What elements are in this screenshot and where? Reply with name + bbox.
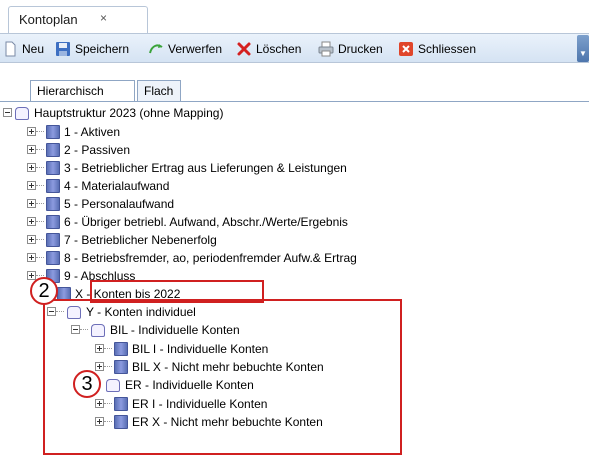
tab-hierarchisch-label: Hierarchisch xyxy=(37,84,104,98)
book-icon xyxy=(46,142,60,157)
close-icon xyxy=(398,41,414,57)
expand-icon[interactable] xyxy=(27,271,36,280)
expand-icon[interactable] xyxy=(27,235,36,244)
tree-node-label: 5 - Personalaufwand xyxy=(64,196,175,211)
overflow-chevron-icon: ▼ xyxy=(579,49,587,58)
expand-icon[interactable] xyxy=(27,199,36,208)
save-icon xyxy=(55,41,71,57)
save-button-label: Speichern xyxy=(75,42,130,56)
annotation-marker-3: 3 xyxy=(73,370,101,398)
book-icon xyxy=(46,232,60,247)
expand-icon[interactable] xyxy=(27,127,36,136)
tree-connector xyxy=(36,221,44,222)
tree-node-group[interactable]: 6 - Übriger betriebl. Aufwand, Abschr./W… xyxy=(27,213,348,230)
delete-icon xyxy=(236,41,252,57)
tab-flach-label: Flach xyxy=(144,84,174,98)
collapse-icon[interactable] xyxy=(3,108,12,117)
tab-kontoplan-label: Kontoplan xyxy=(19,12,78,27)
tree-node-group[interactable]: 7 - Betrieblicher Nebenerfolg xyxy=(27,231,217,248)
tab-close-icon[interactable]: × xyxy=(100,11,107,25)
tab-kontoplan[interactable]: Kontoplan × xyxy=(8,6,148,33)
close-button[interactable]: Schliessen xyxy=(398,40,476,58)
discard-button[interactable]: Verwerfen xyxy=(148,40,222,58)
book-icon xyxy=(46,196,60,211)
delete-button-label: Löschen xyxy=(256,42,302,56)
expand-icon[interactable] xyxy=(27,253,36,262)
book-icon xyxy=(46,214,60,229)
tree-connector xyxy=(36,131,44,132)
document-tab-strip: Kontoplan × xyxy=(0,0,589,33)
tree-node-label: 2 - Passiven xyxy=(64,142,131,157)
tree-node-group[interactable]: 3 - Betrieblicher Ertrag aus Lieferungen… xyxy=(27,159,347,176)
print-button[interactable]: Drucken xyxy=(318,40,383,58)
tree-node-label: 6 - Übriger betriebl. Aufwand, Abschr./W… xyxy=(64,214,348,229)
tree-connector xyxy=(36,257,44,258)
new-document-icon xyxy=(2,41,18,57)
tree-node-label: 8 - Betriebsfremder, ao, periodenfremder… xyxy=(64,250,357,265)
close-button-label: Schliessen xyxy=(418,42,477,56)
new-button-label: Neu xyxy=(22,42,45,56)
tree-connector xyxy=(36,239,44,240)
tree-node-label: 4 - Materialaufwand xyxy=(64,178,170,193)
tab-divider xyxy=(0,101,589,102)
toolbar-overflow-button[interactable]: ▼ xyxy=(577,35,589,62)
expand-icon[interactable] xyxy=(27,145,36,154)
annotation-marker-2: 2 xyxy=(30,277,58,305)
tab-flach[interactable]: Flach xyxy=(137,80,181,101)
tree-connector xyxy=(36,167,44,168)
tree-connector xyxy=(36,275,44,276)
tree-node-group[interactable]: 5 - Personalaufwand xyxy=(27,195,174,212)
tree-node-group[interactable]: 4 - Materialaufwand xyxy=(27,177,169,194)
delete-button[interactable]: Löschen xyxy=(236,40,301,58)
print-button-label: Drucken xyxy=(338,42,383,56)
tree-node-group[interactable]: 1 - Aktiven xyxy=(27,123,120,140)
tree-connector xyxy=(36,203,44,204)
book-icon xyxy=(46,160,60,175)
tree-connector xyxy=(36,149,44,150)
book-icon xyxy=(46,178,60,193)
expand-icon[interactable] xyxy=(27,217,36,226)
book-icon xyxy=(46,124,60,139)
tree-node-group[interactable]: 2 - Passiven xyxy=(27,141,130,158)
discard-button-label: Verwerfen xyxy=(168,42,223,56)
expand-icon[interactable] xyxy=(27,163,36,172)
tree-node-group[interactable]: 8 - Betriebsfremder, ao, periodenfremder… xyxy=(27,249,357,266)
discard-icon xyxy=(148,41,164,57)
tree-node-label: 1 - Aktiven xyxy=(64,124,121,139)
tree-node-label: 7 - Betrieblicher Nebenerfolg xyxy=(64,232,217,247)
tree-connector xyxy=(36,185,44,186)
toolbar: Neu Speichern Verwerfen Löschen Drucken … xyxy=(0,33,589,63)
tree-node-label: Hauptstruktur 2023 (ohne Mapping) xyxy=(34,105,224,120)
new-button[interactable]: Neu xyxy=(2,40,44,58)
print-icon xyxy=(318,41,334,57)
tree-node-root[interactable]: Hauptstruktur 2023 (ohne Mapping) xyxy=(3,104,223,121)
expand-icon[interactable] xyxy=(27,181,36,190)
open-book-icon xyxy=(14,106,30,120)
tab-hierarchisch[interactable]: Hierarchisch xyxy=(30,80,135,101)
save-button[interactable]: Speichern xyxy=(55,40,129,58)
book-icon xyxy=(46,250,60,265)
tree-node-label: 3 - Betrieblicher Ertrag aus Lieferungen… xyxy=(64,160,347,175)
